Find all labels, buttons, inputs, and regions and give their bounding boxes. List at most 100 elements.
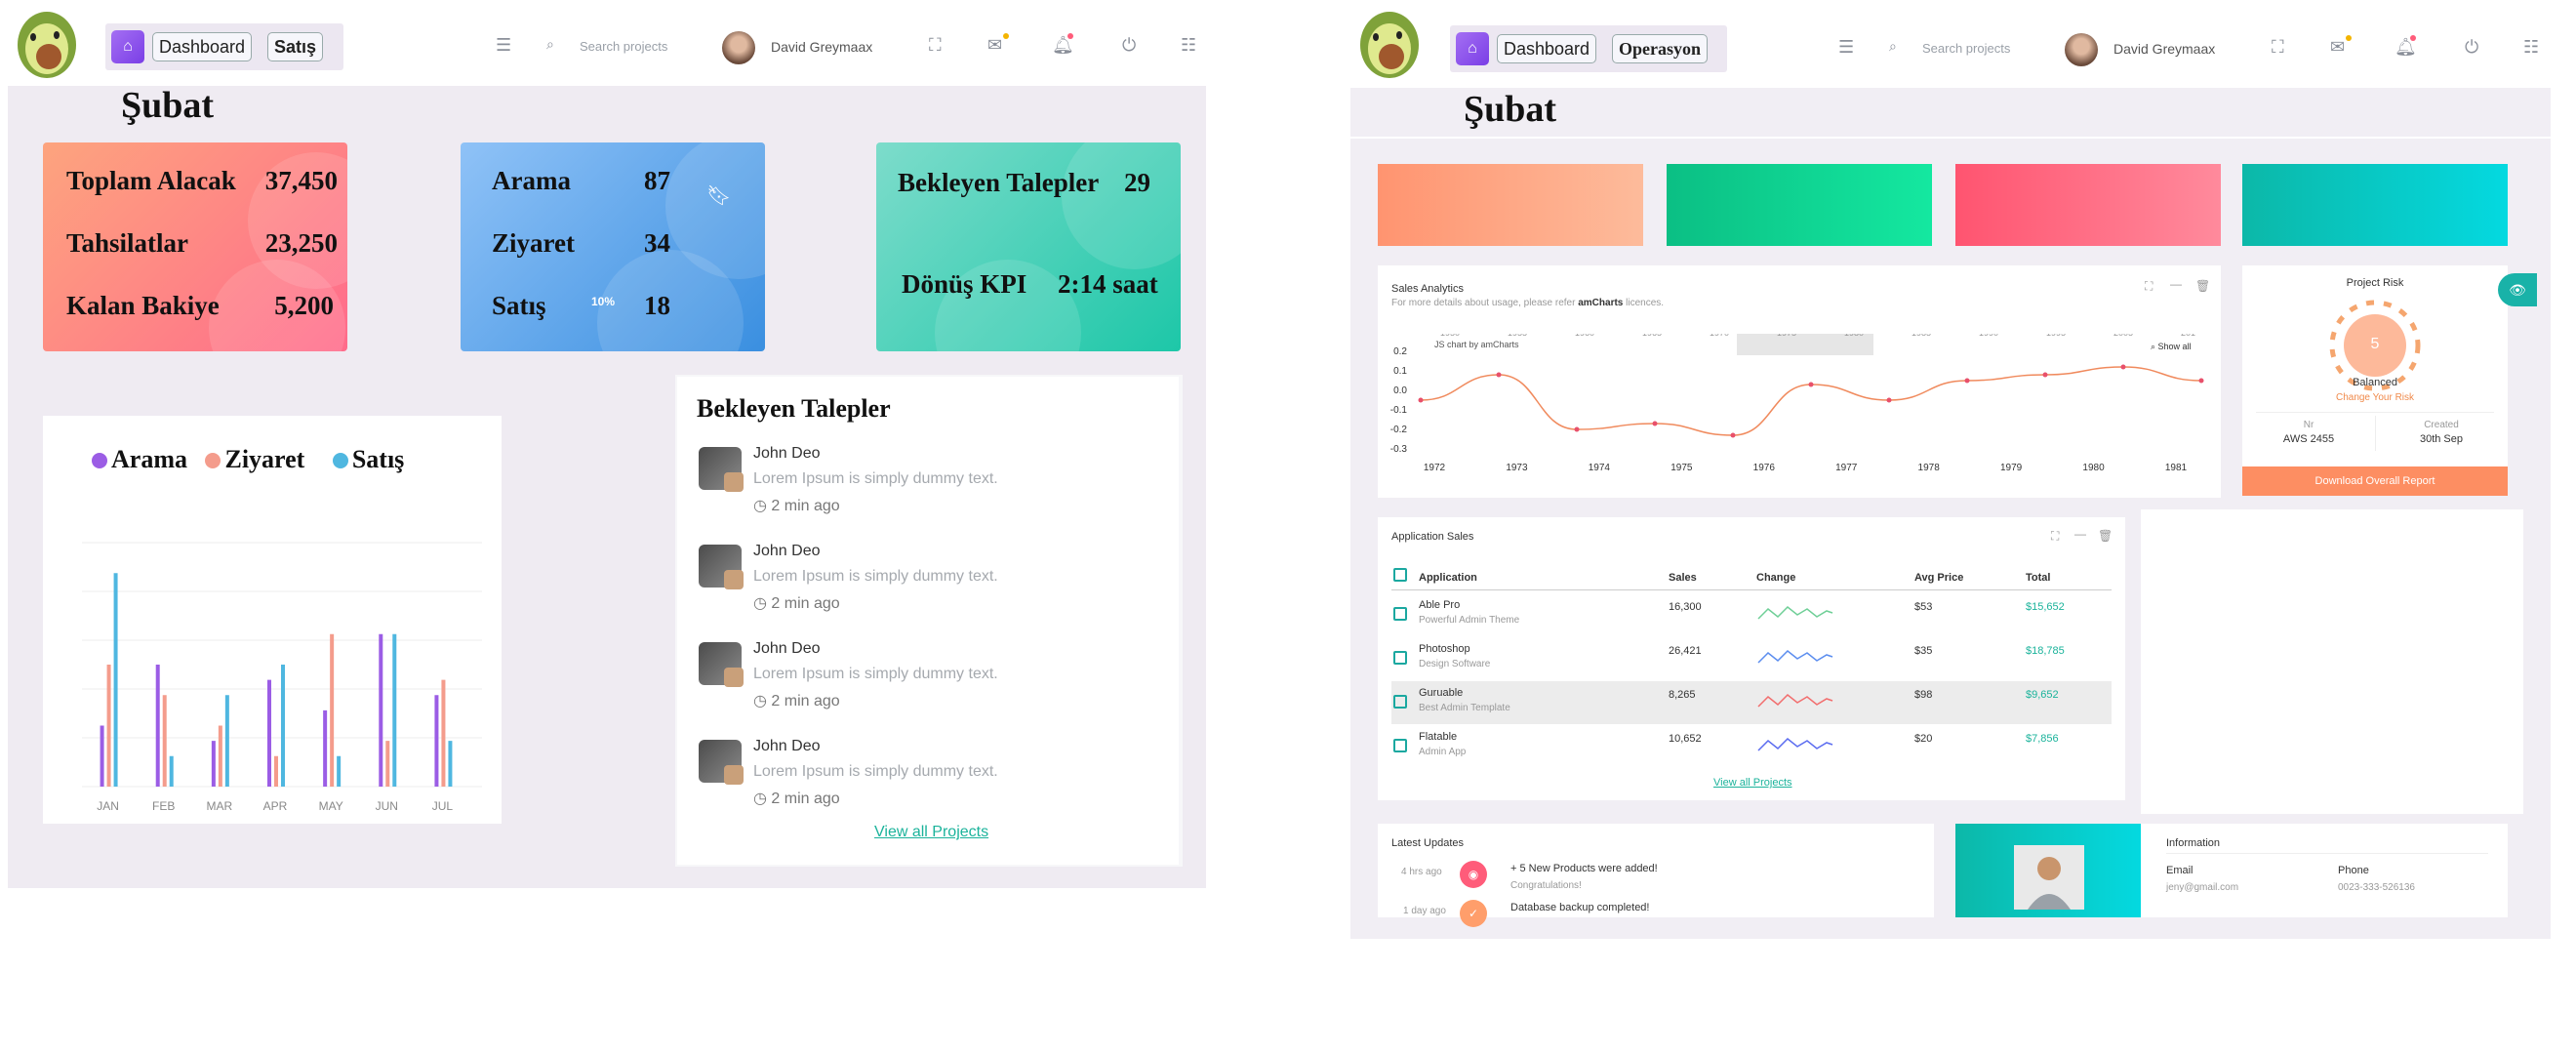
x-tick-label: APR [263, 799, 288, 813]
row-checkbox[interactable] [1393, 695, 1407, 709]
update-text: + 5 New Products were added! [1510, 863, 1658, 874]
minimize-icon[interactable]: — [2170, 277, 2182, 291]
search-input[interactable]: Search projects [580, 39, 667, 54]
stat-label: Bekleyen Talepler [898, 168, 1100, 197]
view-all-projects-link[interactable]: View all Projects [874, 824, 988, 841]
data-point[interactable] [1652, 421, 1658, 426]
bar-arama[interactable] [379, 633, 383, 787]
select-all-checkbox[interactable] [1393, 568, 1407, 582]
legend-item[interactable]: Ziyaret [205, 445, 304, 473]
amcharts-link[interactable]: amCharts [1578, 298, 1623, 308]
data-point[interactable] [1730, 432, 1736, 438]
data-point[interactable] [1964, 378, 1970, 384]
bar-satış[interactable] [113, 573, 118, 787]
home-icon[interactable]: ⌂ [111, 30, 144, 63]
fullscreen-icon[interactable]: ⛶ [2272, 37, 2284, 58]
data-point[interactable] [2042, 372, 2048, 378]
receivables-card: Toplam Alacak 37,450 Tahsilatlar 23,250 … [43, 142, 347, 351]
app-sub: Design Software [1419, 659, 1491, 669]
breadcrumb-dashboard[interactable]: Dashboard [1497, 34, 1597, 63]
bar-arama[interactable] [323, 709, 328, 787]
data-point[interactable] [2198, 378, 2204, 384]
home-icon[interactable]: ⌂ [1456, 32, 1489, 65]
bar-arama[interactable] [100, 725, 104, 788]
bar-ziyaret[interactable] [162, 695, 167, 787]
breadcrumb-current[interactable]: Satış [267, 32, 324, 61]
data-point[interactable] [1418, 397, 1424, 403]
notification-text: Lorem Ipsum is simply dummy text. [753, 666, 998, 682]
bar-ziyaret[interactable] [274, 755, 278, 787]
app-name: Guruable [1419, 687, 1464, 699]
bar-ziyaret[interactable] [330, 633, 335, 787]
row-checkbox[interactable] [1393, 739, 1407, 752]
breadcrumb-current[interactable]: Operasyon [1612, 34, 1709, 63]
table-row[interactable] [1391, 725, 2112, 768]
app-sales: 16,300 [1669, 601, 1702, 613]
show-all-button[interactable]: ⌕ Show all [2151, 342, 2192, 351]
notification-name: John Deo [753, 738, 821, 754]
expand-icon[interactable]: ⛶ [2145, 279, 2153, 294]
download-report-button[interactable]: Download Overall Report [2242, 466, 2508, 496]
mail-icon[interactable]: ✉ [987, 35, 1002, 56]
user-name[interactable]: David Greymaax [771, 39, 872, 55]
panel-title: Application Sales [1391, 531, 1474, 543]
bar-arama[interactable] [434, 695, 439, 787]
data-point[interactable] [1808, 382, 1814, 387]
color-card-teal [2242, 164, 2508, 246]
search-icon[interactable]: ⌕ [546, 37, 554, 53]
search-icon[interactable]: ⌕ [1889, 39, 1897, 55]
scrollbar-year: 1975 [1777, 334, 1796, 338]
app-sub: Admin App [1419, 747, 1467, 757]
bar-satış[interactable] [169, 755, 174, 787]
data-point[interactable] [2120, 364, 2126, 370]
trash-icon[interactable]: 🗑︎ [2195, 279, 2210, 293]
table-row[interactable] [1391, 637, 2112, 680]
avatar[interactable] [2065, 33, 2098, 66]
bar-satış[interactable] [448, 741, 453, 787]
column-header: Total [2026, 572, 2051, 584]
avatar[interactable] [722, 31, 755, 64]
menu-icon[interactable]: ☰ [1838, 37, 1854, 58]
bar-ziyaret[interactable] [106, 665, 111, 787]
change-risk-link[interactable]: Change Your Risk [2242, 392, 2508, 403]
x-tick-label: 1973 [1506, 463, 1528, 473]
expand-icon[interactable]: ⛶ [2051, 529, 2059, 544]
trash-icon[interactable]: 🗑︎ [2098, 529, 2113, 543]
bar-ziyaret[interactable] [441, 679, 446, 787]
row-checkbox[interactable] [1393, 607, 1407, 621]
bar-satış[interactable] [281, 665, 285, 787]
data-point[interactable] [1574, 426, 1580, 432]
x-tick-label: JUL [432, 799, 454, 813]
minimize-icon[interactable]: — [2074, 527, 2086, 541]
view-all-projects-link[interactable]: View all Projects [1713, 777, 1792, 789]
row-checkbox[interactable] [1393, 651, 1407, 665]
bar-satış[interactable] [392, 633, 397, 787]
list-icon[interactable]: ☷ [2523, 37, 2539, 58]
bar-arama[interactable] [211, 741, 216, 787]
eye-icon[interactable]: 👁︎ [2498, 273, 2537, 306]
notification-text: Lorem Ipsum is simply dummy text. [753, 470, 998, 487]
power-icon[interactable]: ⏻ [1122, 35, 1136, 56]
fullscreen-icon[interactable]: ⛶ [929, 35, 942, 56]
bar-satış[interactable] [337, 755, 342, 787]
data-point[interactable] [1886, 397, 1892, 403]
bar-arama[interactable] [155, 665, 160, 787]
notification-time: ◷ 2 min ago [753, 790, 840, 807]
notification-avatar [699, 447, 744, 492]
data-point[interactable] [1496, 372, 1502, 378]
bar-ziyaret[interactable] [218, 725, 222, 788]
breadcrumb-dashboard[interactable]: Dashboard [152, 32, 253, 61]
bar-arama[interactable] [267, 679, 271, 787]
list-icon[interactable]: ☷ [1181, 35, 1196, 56]
menu-icon[interactable]: ☰ [496, 35, 511, 56]
bar-satış[interactable] [224, 695, 229, 787]
bar-ziyaret[interactable] [385, 741, 390, 787]
legend-item[interactable]: Arama [92, 445, 187, 473]
search-input[interactable]: Search projects [1922, 41, 2010, 56]
row-total: $15,652 [2026, 601, 2065, 613]
mail-icon[interactable]: ✉ [2330, 37, 2345, 58]
user-name[interactable]: David Greymaax [2113, 41, 2215, 57]
notification-name: John Deo [753, 445, 821, 462]
legend-item[interactable]: Satış [332, 445, 404, 473]
power-icon[interactable]: ⏻ [2465, 37, 2478, 58]
